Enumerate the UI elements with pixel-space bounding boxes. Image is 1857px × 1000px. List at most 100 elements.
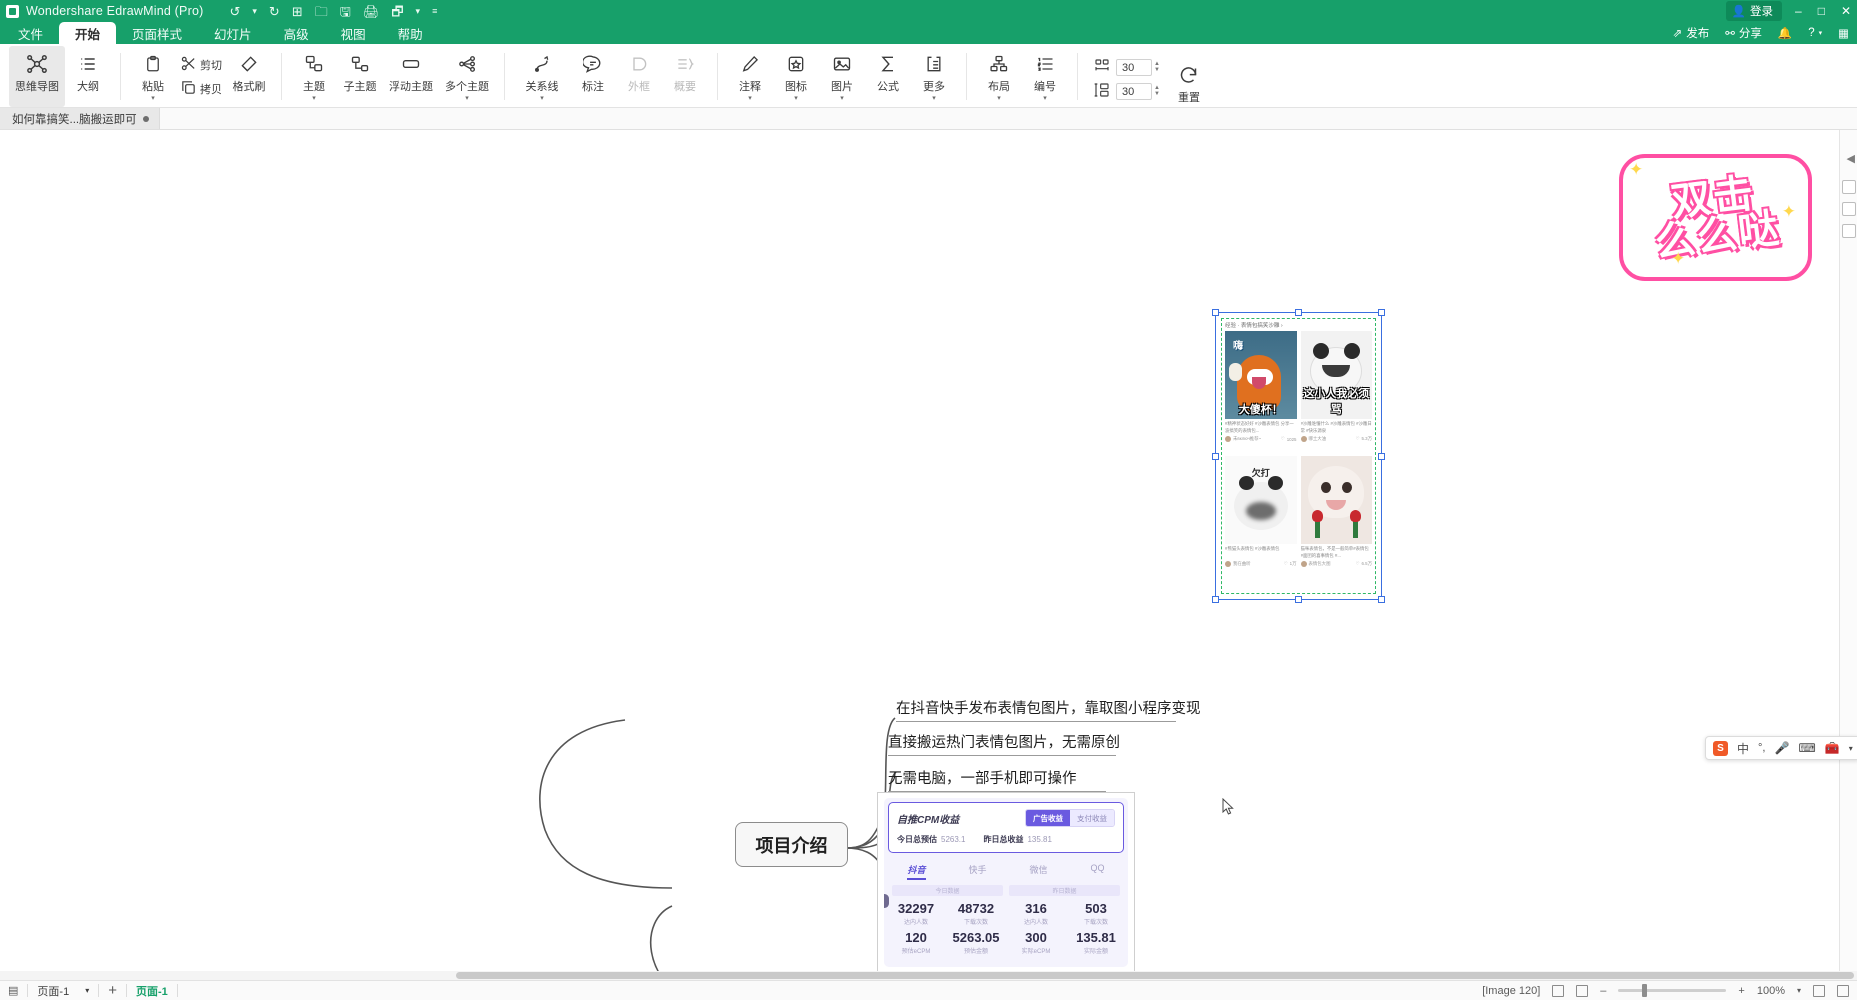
picture-button[interactable]: 图片 ▾ xyxy=(819,46,865,107)
subtopic-button[interactable]: 子主题 xyxy=(337,46,383,107)
chevron-down-icon[interactable]: ▾ xyxy=(932,95,936,102)
resize-handle-e[interactable] xyxy=(1378,453,1385,460)
branch-text-3[interactable]: 无需电脑，一部手机即可操作 xyxy=(888,767,1106,792)
boundary-button[interactable]: 外框 xyxy=(616,46,662,107)
vertical-spacing-stepper[interactable]: ▲ ▼ xyxy=(1154,86,1160,97)
mindmap-view-button[interactable]: 思维导图 xyxy=(9,46,65,107)
meme-collage-image[interactable]: 经验 · 表情包搞笑沙雕 › 嗨 大傻杯！ #精神状态好好 #沙雕表情包 分享一… xyxy=(1215,312,1382,600)
numbering-button[interactable]: 编号 ▾ xyxy=(1022,46,1068,107)
platform-tab-douyin[interactable]: 抖音 xyxy=(907,863,925,880)
chevron-down-icon[interactable]: ▾ xyxy=(465,95,469,102)
resize-handle-w[interactable] xyxy=(1212,453,1219,460)
resize-handle-se[interactable] xyxy=(1378,596,1385,603)
sogou-logo-icon[interactable]: S xyxy=(1713,741,1728,756)
zoom-slider-knob[interactable] xyxy=(1642,984,1647,997)
page-selector[interactable]: 页面-1 ▾ xyxy=(37,983,89,999)
tab-view[interactable]: 视图 xyxy=(325,22,382,44)
copy-button[interactable]: 拷贝 xyxy=(176,78,226,100)
node-project-intro[interactable]: 项目介绍 xyxy=(735,822,848,867)
document-tab[interactable]: 如何靠搞笑...脑搬运即可 xyxy=(0,108,160,129)
publish-button[interactable]: ⇗ 发布 xyxy=(1673,25,1710,41)
multi-topic-button[interactable]: 多个主题 ▾ xyxy=(439,46,495,107)
tab-advanced[interactable]: 高级 xyxy=(268,22,325,44)
tab-help[interactable]: 帮助 xyxy=(382,22,439,44)
scrollbar-thumb[interactable] xyxy=(456,972,1854,979)
topic-button[interactable]: 主题 ▾ xyxy=(291,46,337,107)
tab-home[interactable]: 开始 xyxy=(59,22,116,44)
platform-tab-wechat[interactable]: 微信 xyxy=(1029,863,1047,880)
theme-panel-icon[interactable] xyxy=(1842,202,1856,216)
help-button[interactable]: ? ▾ xyxy=(1808,27,1822,39)
presentation-icon[interactable] xyxy=(1813,985,1825,997)
resize-handle-ne[interactable] xyxy=(1378,309,1385,316)
chevron-down-icon[interactable]: ▾ xyxy=(1043,95,1047,102)
customize-qat-icon[interactable]: ≡ xyxy=(432,7,437,16)
fit-page-icon[interactable] xyxy=(1552,985,1564,997)
chevron-down-icon[interactable]: ▾ xyxy=(794,95,798,102)
chevron-down-icon[interactable]: ▾ xyxy=(85,986,89,995)
reset-spacing-button[interactable]: 重置 xyxy=(1166,46,1212,107)
format-brush-button[interactable]: 格式刷 xyxy=(226,46,272,107)
tab-page-style[interactable]: 页面样式 xyxy=(116,22,198,44)
zoom-level-label[interactable]: 100% xyxy=(1757,985,1785,997)
print-icon[interactable]: 🖨 xyxy=(363,5,380,18)
new-icon[interactable]: ⊞ xyxy=(292,5,303,18)
chevron-down-icon[interactable]: ▾ xyxy=(997,95,1001,102)
login-button[interactable]: 👤 登录 xyxy=(1726,1,1782,21)
punctuation-icon[interactable]: °, xyxy=(1758,742,1765,754)
branch-text-2[interactable]: 直接搬运热门表情包图片，无需原创 xyxy=(888,731,1116,756)
resize-handle-s[interactable] xyxy=(1295,596,1302,603)
horizontal-spacing-input[interactable]: 30 xyxy=(1116,59,1152,76)
formula-button[interactable]: 公式 xyxy=(865,46,911,107)
zoom-in-button[interactable]: + xyxy=(1738,985,1744,997)
horizontal-spacing-stepper[interactable]: ▲ ▼ xyxy=(1154,62,1160,73)
resize-handle-sw[interactable] xyxy=(1212,596,1219,603)
stepper-down-icon[interactable]: ▼ xyxy=(1154,68,1160,73)
ime-mode-label[interactable]: 中 xyxy=(1737,740,1749,757)
chevron-down-icon[interactable]: ▾ xyxy=(840,95,844,102)
chevron-down-icon[interactable]: ▾ xyxy=(1797,986,1801,995)
floating-topic-button[interactable]: 浮动主题 xyxy=(383,46,439,107)
voice-icon[interactable]: 🎤 xyxy=(1774,741,1789,755)
stepper-down-icon[interactable]: ▼ xyxy=(1154,92,1160,97)
chevron-down-icon[interactable]: ▾ xyxy=(1849,744,1853,753)
revenue-card-image[interactable]: 自推CPM收益 广告收益 支付收益 今日总预估5263.1 昨日总收益135.8… xyxy=(877,792,1135,973)
revenue-toggle[interactable]: 广告收益 支付收益 xyxy=(1025,809,1115,827)
chevron-down-icon[interactable]: ▾ xyxy=(151,95,155,102)
keyboard-icon[interactable]: ⌨ xyxy=(1798,741,1815,755)
fullscreen-icon[interactable] xyxy=(1837,985,1849,997)
undo-icon[interactable]: ↺ xyxy=(229,5,240,18)
relationship-button[interactable]: 关系线 ▾ xyxy=(514,46,570,107)
outline-view-button[interactable]: 大纲 xyxy=(65,46,111,107)
vertical-spacing-input[interactable]: 30 xyxy=(1116,83,1152,100)
layout-button[interactable]: 布局 ▾ xyxy=(976,46,1022,107)
tab-slideshow[interactable]: 幻灯片 xyxy=(198,22,268,44)
maximize-button[interactable]: □ xyxy=(1818,4,1825,18)
note-button[interactable]: 注释 ▾ xyxy=(727,46,773,107)
tab-file[interactable]: 文件 xyxy=(2,22,59,44)
open-icon[interactable]: 🗀 xyxy=(315,5,328,18)
style-panel-icon[interactable] xyxy=(1842,180,1856,194)
sticker-button[interactable]: 图标 ▾ xyxy=(773,46,819,107)
resize-handle-n[interactable] xyxy=(1295,309,1302,316)
chevron-down-icon[interactable]: ▾ xyxy=(748,95,752,102)
export-icon[interactable]: 🗗 xyxy=(391,5,403,18)
close-button[interactable]: ✕ xyxy=(1841,4,1851,18)
toggle-ad-revenue[interactable]: 广告收益 xyxy=(1026,810,1070,826)
zoom-slider[interactable] xyxy=(1618,989,1726,992)
more-insert-button[interactable]: 更多 ▾ xyxy=(911,46,957,107)
summary-button[interactable]: 概要 xyxy=(662,46,708,107)
grid-icon[interactable]: ▦ xyxy=(1838,26,1849,40)
fit-width-icon[interactable] xyxy=(1576,985,1588,997)
share-button[interactable]: ⚯ 分享 xyxy=(1725,25,1762,41)
toggle-pay-revenue[interactable]: 支付收益 xyxy=(1070,810,1114,826)
mindmap-canvas[interactable]: 如何靠表情包日入500+，无脑搬运即可，长期稳定项目，适合小白0基础，一部手机可… xyxy=(0,130,1857,980)
collapse-panel-icon[interactable]: ◀ xyxy=(1847,152,1855,165)
add-page-button[interactable]: + xyxy=(108,982,117,999)
chevron-down-icon[interactable]: ▾ xyxy=(540,95,544,102)
horizontal-scrollbar[interactable] xyxy=(0,971,1857,980)
platform-tab-kuaishou[interactable]: 快手 xyxy=(968,863,986,880)
ime-toolbar[interactable]: S 中 °, 🎤 ⌨ 🧰 ▾ xyxy=(1705,736,1857,760)
branch-text-1[interactable]: 在抖音快手发布表情包图片，靠取图小程序变现 xyxy=(896,697,1176,722)
chevron-down-icon[interactable]: ▾ xyxy=(312,95,316,102)
